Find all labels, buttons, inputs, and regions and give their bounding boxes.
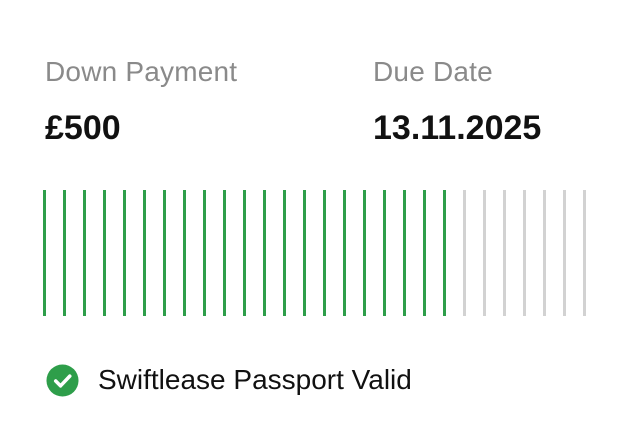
down-payment-value: £500 (45, 109, 121, 147)
progress-tick-filled (383, 190, 386, 316)
progress-tick-filled (403, 190, 406, 316)
progress-tick-filled (303, 190, 306, 316)
progress-tick-filled (423, 190, 426, 316)
progress-tick-filled (243, 190, 246, 316)
due-date-value: 13.11.2025 (373, 109, 542, 147)
progress-tick-filled (263, 190, 266, 316)
progress-tick-filled (283, 190, 286, 316)
down-payment-label: Down Payment (45, 56, 238, 87)
progress-tick-empty (543, 190, 546, 316)
progress-tick-empty (583, 190, 586, 316)
passport-status-text: Swiftlease Passport Valid (98, 364, 412, 395)
progress-tick-filled (203, 190, 206, 316)
due-date-block: Due Date 13.11.2025 (373, 52, 541, 150)
progress-tick-filled (103, 190, 106, 316)
progress-tick-filled (343, 190, 346, 316)
due-date-label: Due Date (373, 56, 493, 87)
progress-tick-empty (463, 190, 466, 316)
down-payment-block: Down Payment £500 (45, 52, 237, 150)
progress-tick-filled (143, 190, 146, 316)
progress-tick-filled (63, 190, 66, 316)
progress-tick-filled (83, 190, 86, 316)
progress-tick-filled (223, 190, 226, 316)
payment-progress-bar (43, 190, 593, 316)
progress-tick-filled (43, 190, 46, 316)
check-circle-icon (46, 363, 79, 397)
progress-tick-filled (323, 190, 326, 316)
progress-tick-empty (483, 190, 486, 316)
progress-tick-filled (183, 190, 186, 316)
progress-tick-empty (563, 190, 566, 316)
progress-tick-filled (443, 190, 446, 316)
progress-tick-filled (123, 190, 126, 316)
progress-tick-filled (163, 190, 166, 316)
progress-tick-empty (503, 190, 506, 316)
progress-tick-filled (363, 190, 366, 316)
passport-status: Swiftlease Passport Valid (46, 362, 412, 398)
progress-tick-empty (523, 190, 526, 316)
